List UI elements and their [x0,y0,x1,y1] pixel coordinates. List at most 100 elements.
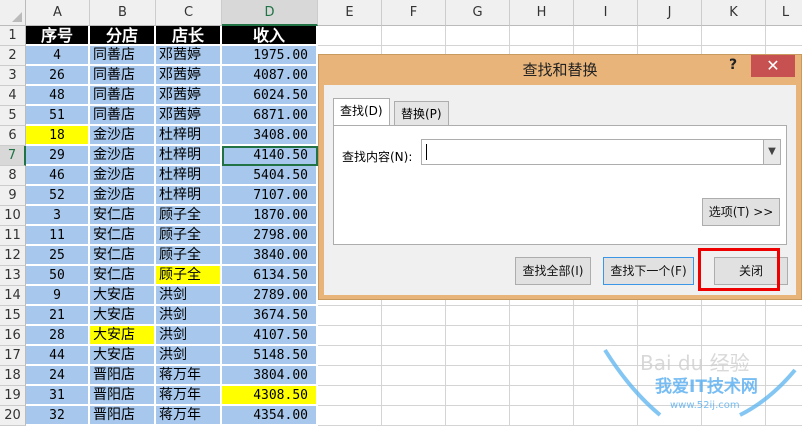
row-header-15[interactable]: 15 [0,306,26,326]
empty-cell[interactable] [702,306,766,326]
row-header-12[interactable]: 12 [0,246,26,266]
help-button[interactable]: ? [729,57,737,73]
data-cell[interactable]: 26 [26,66,90,86]
data-cell[interactable]: 大安店 [90,306,156,326]
data-cell[interactable]: 32 [26,406,90,426]
empty-cell[interactable] [318,26,382,46]
data-cell[interactable]: 48 [26,86,90,106]
row-header-4[interactable]: 4 [0,86,26,106]
data-cell[interactable]: 晋阳店 [90,366,156,386]
data-cell[interactable]: 4 [26,46,90,66]
empty-cell[interactable] [638,306,702,326]
data-cell[interactable]: 蒋万年 [156,366,222,386]
header-cell[interactable]: 分店 [90,26,156,46]
row-header-8[interactable]: 8 [0,166,26,186]
data-cell[interactable]: 蒋万年 [156,406,222,426]
empty-cell[interactable] [510,406,574,426]
data-cell[interactable]: 顾子全 [156,206,222,226]
data-cell[interactable]: 金沙店 [90,126,156,146]
data-cell[interactable]: 21 [26,306,90,326]
data-cell[interactable]: 3674.50 [222,306,318,326]
row-header-7[interactable]: 7 [0,146,26,166]
empty-cell[interactable] [446,346,510,366]
data-cell[interactable]: 同善店 [90,86,156,106]
data-cell[interactable]: 杜梓明 [156,166,222,186]
data-cell[interactable]: 安仁店 [90,226,156,246]
empty-cell[interactable] [382,26,446,46]
row-header-1[interactable]: 1 [0,26,26,46]
data-cell[interactable]: 51 [26,106,90,126]
empty-cell[interactable] [510,326,574,346]
data-cell[interactable]: 52 [26,186,90,206]
empty-cell[interactable] [510,386,574,406]
data-cell[interactable]: 蒋万年 [156,386,222,406]
select-all-corner[interactable] [0,0,26,26]
empty-cell[interactable] [446,366,510,386]
data-cell[interactable]: 18 [26,126,90,146]
data-cell[interactable]: 4107.50 [222,326,318,346]
data-cell[interactable]: 46 [26,166,90,186]
empty-cell[interactable] [702,26,766,46]
row-header-6[interactable]: 6 [0,126,26,146]
empty-cell[interactable] [446,26,510,46]
data-cell[interactable]: 50 [26,266,90,286]
tab-replace[interactable]: 替换(P) [394,101,449,125]
find-all-button[interactable]: 查找全部(I) [515,257,591,285]
data-cell[interactable]: 3840.00 [222,246,318,266]
column-header-G[interactable]: G [446,0,510,26]
header-cell[interactable]: 店长 [156,26,222,46]
empty-cell[interactable] [446,326,510,346]
column-header-F[interactable]: F [382,0,446,26]
data-cell[interactable]: 同善店 [90,66,156,86]
find-what-input[interactable]: ▼ [421,139,781,165]
row-header-18[interactable]: 18 [0,366,26,386]
column-header-A[interactable]: A [26,0,90,26]
empty-cell[interactable] [446,406,510,426]
data-cell[interactable]: 3804.00 [222,366,318,386]
column-header-H[interactable]: H [510,0,574,26]
data-cell[interactable]: 金沙店 [90,186,156,206]
empty-cell[interactable] [382,386,446,406]
column-header-C[interactable]: C [156,0,222,26]
empty-cell[interactable] [446,386,510,406]
data-cell[interactable]: 4140.50 [222,146,318,166]
empty-cell[interactable] [382,366,446,386]
data-cell[interactable]: 安仁店 [90,246,156,266]
data-cell[interactable]: 6024.50 [222,86,318,106]
data-cell[interactable]: 杜梓明 [156,126,222,146]
data-cell[interactable]: 4308.50 [222,386,318,406]
data-cell[interactable]: 7107.00 [222,186,318,206]
data-cell[interactable]: 顾子全 [156,246,222,266]
empty-cell[interactable] [382,326,446,346]
data-cell[interactable]: 邓茜婷 [156,46,222,66]
empty-cell[interactable] [318,366,382,386]
data-cell[interactable]: 44 [26,346,90,366]
data-cell[interactable]: 安仁店 [90,206,156,226]
empty-cell[interactable] [766,26,802,46]
data-cell[interactable]: 29 [26,146,90,166]
row-header-13[interactable]: 13 [0,266,26,286]
row-header-2[interactable]: 2 [0,46,26,66]
row-header-3[interactable]: 3 [0,66,26,86]
data-cell[interactable]: 4354.00 [222,406,318,426]
data-cell[interactable]: 31 [26,386,90,406]
data-cell[interactable]: 11 [26,226,90,246]
row-header-10[interactable]: 10 [0,206,26,226]
empty-cell[interactable] [318,346,382,366]
find-next-button[interactable]: 查找下一个(F) [603,257,694,285]
data-cell[interactable]: 6134.50 [222,266,318,286]
empty-cell[interactable] [382,346,446,366]
row-header-11[interactable]: 11 [0,226,26,246]
data-cell[interactable]: 洪剑 [156,286,222,306]
empty-cell[interactable] [318,306,382,326]
empty-cell[interactable] [382,306,446,326]
data-cell[interactable]: 金沙店 [90,166,156,186]
column-header-K[interactable]: K [702,0,766,26]
row-header-20[interactable]: 20 [0,406,26,426]
data-cell[interactable]: 24 [26,366,90,386]
row-header-9[interactable]: 9 [0,186,26,206]
empty-cell[interactable] [510,26,574,46]
data-cell[interactable]: 晋阳店 [90,406,156,426]
data-cell[interactable]: 邓茜婷 [156,66,222,86]
data-cell[interactable]: 3408.00 [222,126,318,146]
